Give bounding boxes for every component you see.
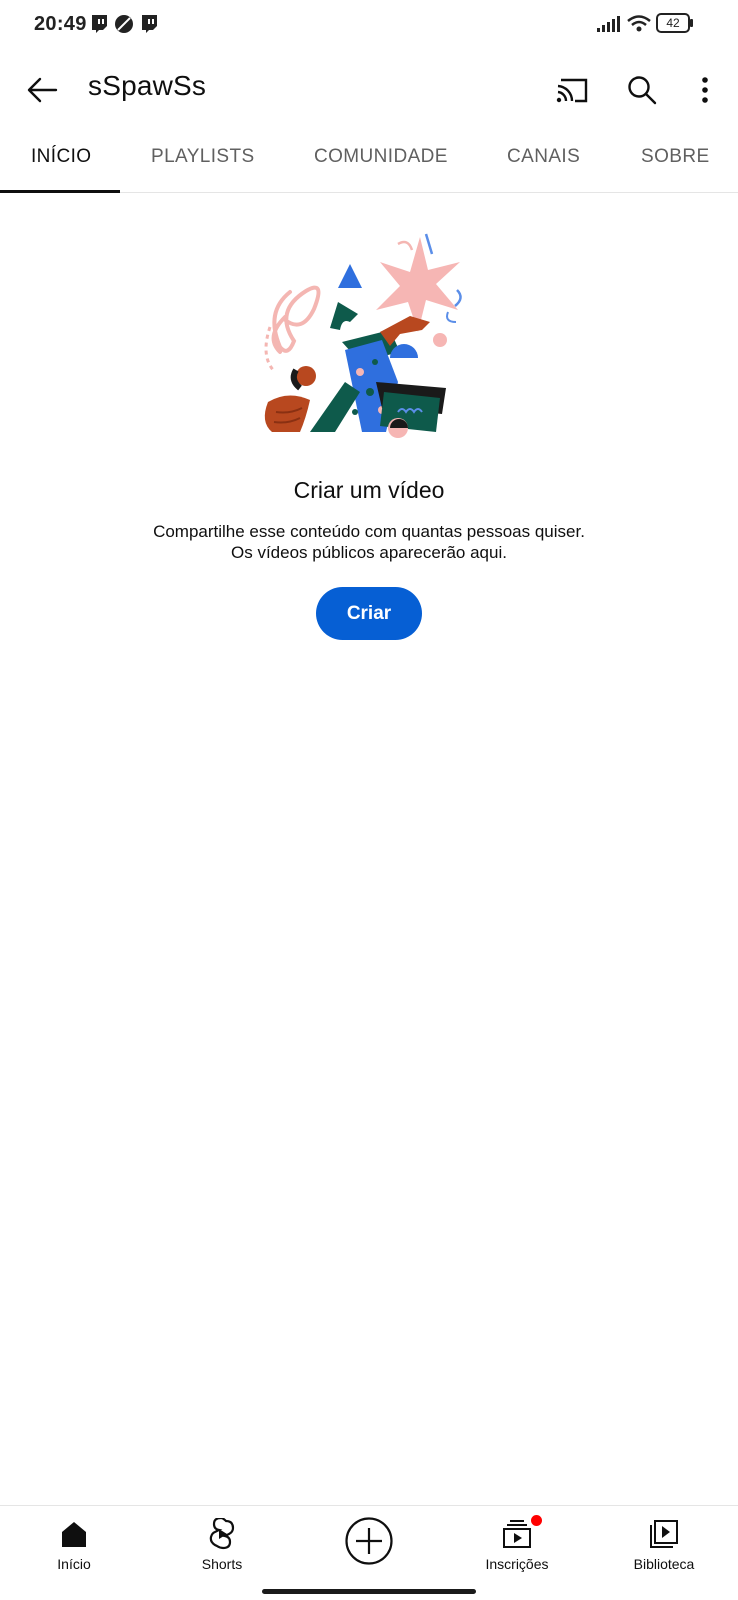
empty-state-line-1: Compartilhe esse conteúdo com quantas pe… — [153, 522, 585, 541]
status-time: 20:49 — [34, 13, 87, 35]
search-button[interactable] — [620, 68, 664, 112]
library-icon — [650, 1520, 678, 1548]
status-bar: 20:49 42 — [0, 0, 738, 52]
nav-item-biblioteca[interactable]: Biblioteca — [604, 1506, 724, 1586]
notification-badge — [530, 1514, 543, 1527]
tab-sobre[interactable]: SOBRE — [641, 146, 710, 168]
battery-tip — [690, 19, 693, 27]
nav-item-inicio[interactable]: Início — [14, 1506, 134, 1586]
empty-state-title: Criar um vídeo — [293, 477, 445, 503]
nav-item-inscricoes[interactable]: Inscrições — [457, 1506, 577, 1586]
wifi-icon — [627, 15, 651, 32]
signal-icon — [597, 16, 620, 32]
shorts-icon — [209, 1518, 235, 1550]
cast-button[interactable] — [550, 68, 594, 112]
channel-tabs: INÍCIO PLAYLISTS COMUNIDADE CANAIS SOBRE — [0, 128, 738, 193]
channel-title: sSpawSs — [88, 70, 207, 101]
nav-label-biblioteca: Biblioteca — [633, 1556, 695, 1572]
more-vert-icon — [702, 77, 708, 103]
bottom-navigation: Início Shorts Inscrições Biblioteca — [0, 1505, 738, 1600]
create-plus-icon — [345, 1517, 393, 1565]
empty-state-line-2: Os vídeos públicos aparecerão aqui. — [231, 543, 507, 562]
nav-item-create[interactable] — [309, 1506, 429, 1586]
back-arrow-icon[interactable] — [22, 70, 62, 110]
nav-label-inscricoes: Inscrições — [485, 1556, 549, 1572]
subscriptions-icon — [503, 1520, 531, 1548]
app-notification-icon — [115, 15, 133, 33]
tab-inicio[interactable]: INÍCIO — [31, 146, 91, 168]
nav-label-inicio: Início — [57, 1556, 91, 1572]
create-button[interactable]: Criar — [316, 587, 422, 640]
home-icon — [62, 1522, 86, 1547]
search-icon — [628, 76, 657, 105]
tab-playlists[interactable]: PLAYLISTS — [151, 146, 255, 168]
twitch-icon — [142, 15, 157, 33]
battery-level: 42 — [666, 16, 680, 30]
create-video-illustration — [264, 233, 462, 438]
gesture-bar — [262, 1589, 476, 1594]
tab-comunidade[interactable]: COMUNIDADE — [314, 146, 448, 168]
more-options-button[interactable] — [683, 68, 727, 112]
battery-icon: 42 — [656, 13, 690, 33]
tab-canais[interactable]: CANAIS — [507, 146, 580, 168]
nav-item-shorts[interactable]: Shorts — [162, 1506, 282, 1586]
app-bar: sSpawSs — [0, 52, 738, 128]
nav-label-shorts: Shorts — [201, 1556, 243, 1572]
cast-icon — [556, 78, 588, 103]
tab-active-indicator — [0, 190, 120, 193]
twitch-icon — [92, 15, 107, 33]
